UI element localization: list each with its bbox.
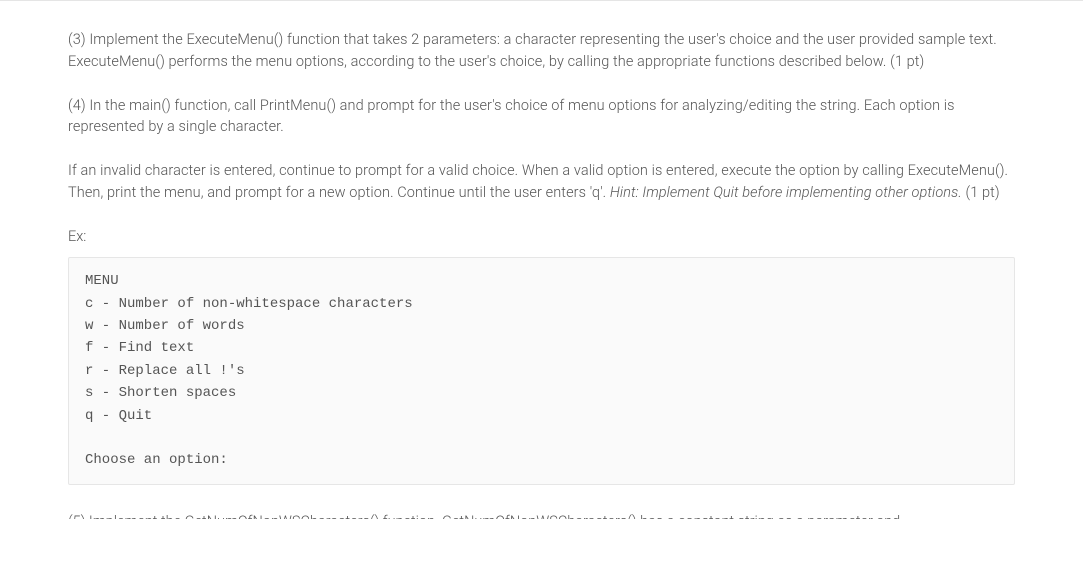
assignment-document: (3) Implement the ExecuteMenu() function…	[0, 0, 1083, 529]
instruction-step-5-cutoff: (5) Implement the GetNumOfNonWSCharacter…	[68, 511, 1015, 519]
instruction-step-4-part2: If an invalid character is entered, cont…	[68, 160, 1015, 204]
menu-code-block: MENU c - Number of non-whitespace charac…	[68, 257, 1015, 485]
text-after-hint: (1 pt)	[962, 184, 1000, 201]
hint-text: Hint: Implement Quit before implementing…	[610, 184, 962, 201]
instruction-step-4-part1: (4) In the main() function, call PrintMe…	[68, 95, 1015, 139]
instruction-step-3: (3) Implement the ExecuteMenu() function…	[68, 29, 1015, 73]
example-label: Ex:	[68, 226, 1015, 248]
